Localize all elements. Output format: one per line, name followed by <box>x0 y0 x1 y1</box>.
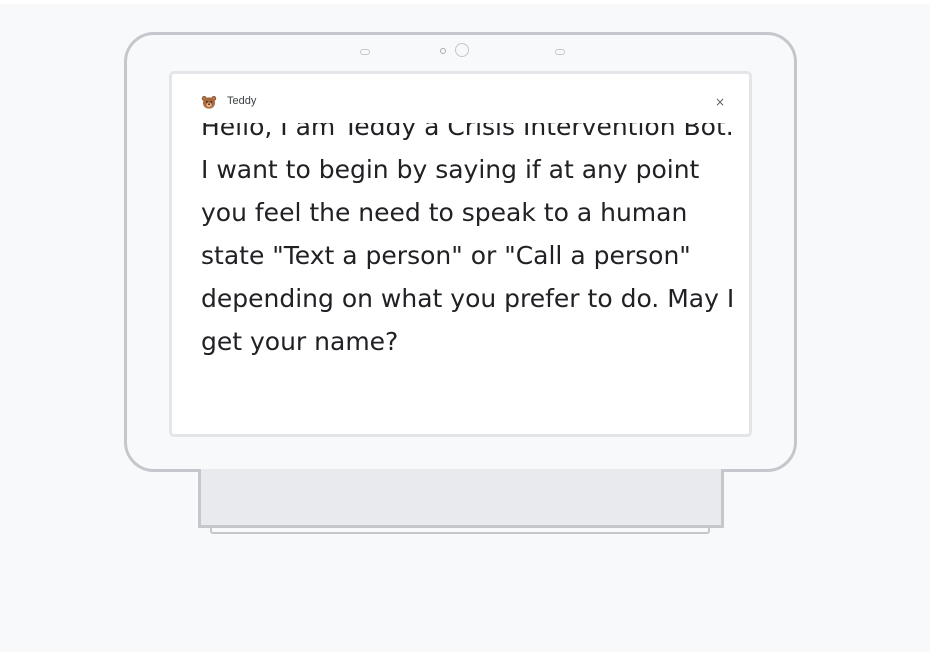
device-stand <box>198 469 724 528</box>
smart-display-frame: Teddy × Hello, I am Teddy a Crisis Inter… <box>124 32 797 472</box>
speaker-slot-left <box>360 49 370 55</box>
bot-message: Hello, I am Teddy a Crisis Intervention … <box>201 123 735 356</box>
display-screen: Teddy × Hello, I am Teddy a Crisis Inter… <box>169 71 752 437</box>
app-name: Teddy <box>227 95 257 107</box>
page-background: Teddy × Hello, I am Teddy a Crisis Inter… <box>0 4 930 652</box>
teddy-bear-icon <box>201 94 217 109</box>
camera-icon <box>455 43 469 57</box>
device-stand-base <box>210 528 710 534</box>
close-icon[interactable]: × <box>711 93 729 111</box>
card-header: Teddy × <box>201 93 729 111</box>
message-scroll-area[interactable]: Hello, I am Teddy a Crisis Intervention … <box>201 123 741 423</box>
speaker-slot-right <box>555 49 565 55</box>
ambient-sensor <box>440 48 446 54</box>
